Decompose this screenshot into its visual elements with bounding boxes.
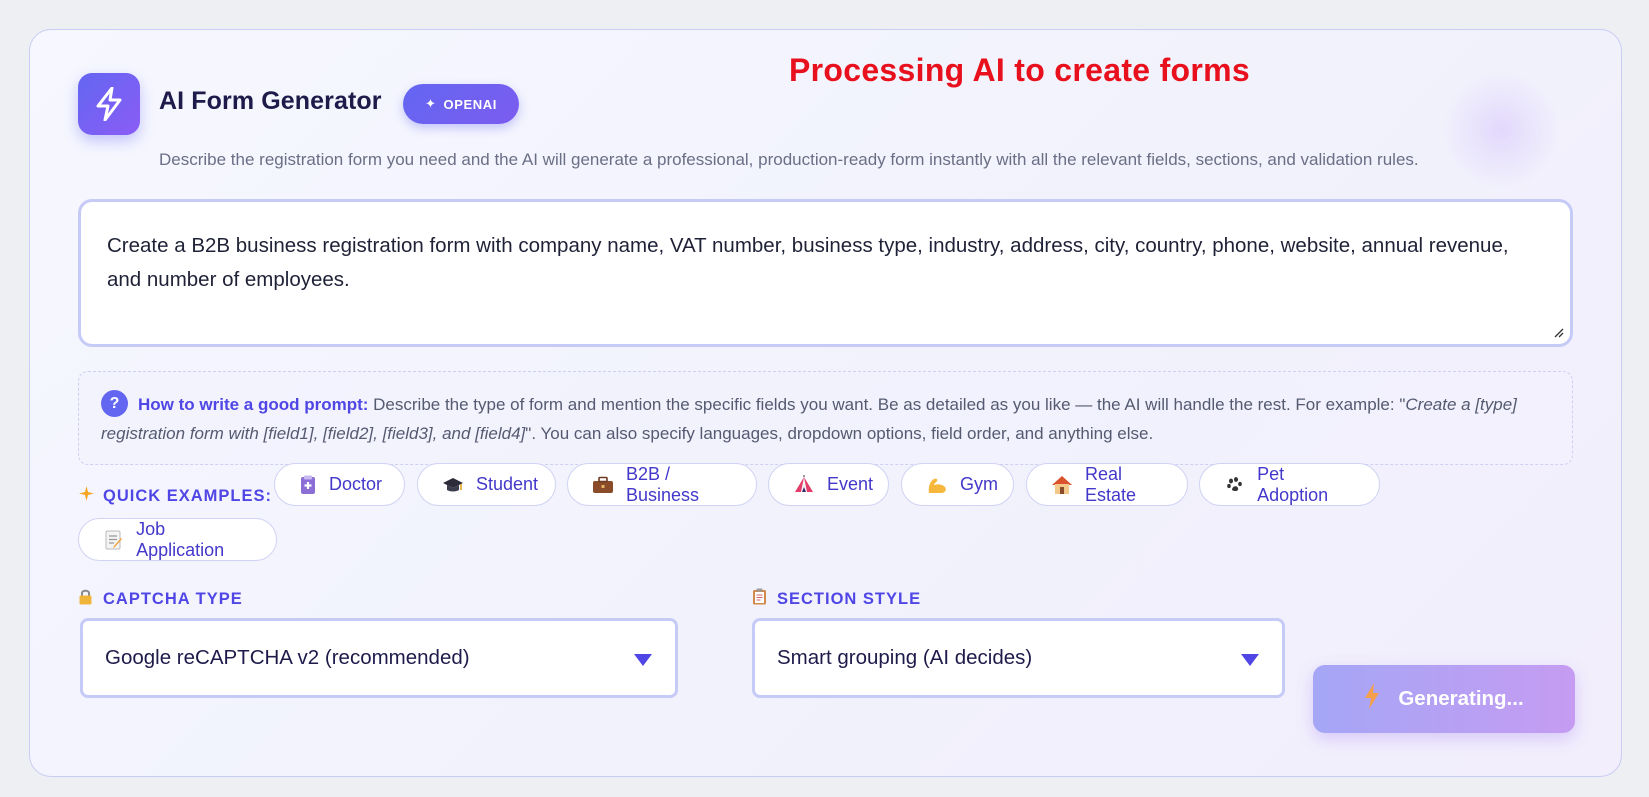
- sparkle-icon: ✦: [425, 96, 437, 111]
- captcha-type-label: CAPTCHA TYPE: [78, 588, 243, 610]
- example-chip-pet-adoption[interactable]: Pet Adoption: [1199, 463, 1380, 506]
- briefcase-icon: [592, 474, 614, 496]
- chip-label: B2B / Business: [626, 463, 700, 505]
- form-generator-card: AI Form Generator ✦ OPENAI Processing AI…: [29, 29, 1622, 777]
- chip-label: Event: [827, 474, 874, 494]
- example-chip-job-application[interactable]: Job Application: [78, 518, 277, 561]
- resize-handle-icon[interactable]: [1552, 326, 1564, 338]
- chip-label: Pet Adoption: [1257, 463, 1329, 505]
- chevron-down-icon: [1241, 654, 1259, 666]
- clipboard-icon: [752, 588, 767, 610]
- section-style-select[interactable]: Smart grouping (AI decides): [752, 618, 1285, 698]
- example-chip-doctor[interactable]: Doctor: [274, 463, 405, 506]
- lightning-icon: [1364, 683, 1380, 715]
- quick-examples-label: QUICK EXAMPLES:: [78, 485, 272, 507]
- example-chip-gym[interactable]: Gym: [901, 463, 1014, 506]
- lightning-bolt-icon: [78, 73, 140, 135]
- chip-label: Gym: [960, 474, 998, 494]
- sparkles-icon: [78, 485, 95, 507]
- lock-icon: [78, 588, 93, 610]
- section-style-label-text: SECTION STYLE: [777, 589, 922, 608]
- chip-label: Real Estate: [1085, 463, 1137, 505]
- chip-label: Student: [476, 474, 539, 494]
- help-text-after: ". You can also specify languages, dropd…: [525, 424, 1154, 444]
- example-chip-event[interactable]: Event: [768, 463, 889, 506]
- prompt-text: Create a B2B business registration form …: [107, 234, 1509, 291]
- chevron-down-icon: [634, 654, 652, 666]
- example-chip-student[interactable]: Student: [417, 463, 556, 506]
- section-style-selected-value: Smart grouping (AI decides): [777, 646, 1033, 669]
- decorative-glow: [1441, 70, 1561, 190]
- help-text-before: Describe the type of form and mention th…: [368, 395, 1406, 414]
- quick-examples-text: QUICK EXAMPLES:: [103, 486, 273, 505]
- page-subtitle: Describe the registration form you need …: [159, 150, 1419, 169]
- openai-badge: ✦ OPENAI: [403, 84, 519, 124]
- help-question-icon: ?: [101, 390, 128, 418]
- captcha-label-text: CAPTCHA TYPE: [103, 589, 243, 608]
- circus-tent-icon: [793, 474, 815, 496]
- paw-prints-icon: [1224, 474, 1245, 496]
- example-chip-real-estate[interactable]: Real Estate: [1026, 463, 1188, 506]
- chip-label: Doctor: [329, 474, 383, 494]
- section-style-label: SECTION STYLE: [752, 588, 921, 610]
- chip-label: Job Application: [136, 518, 225, 560]
- processing-overlay-title: Processing AI to create forms: [789, 52, 1250, 88]
- captcha-type-select[interactable]: Google reCAPTCHA v2 (recommended): [80, 618, 678, 698]
- help-title: How to write a good prompt:: [138, 395, 369, 414]
- generate-button[interactable]: Generating...: [1313, 665, 1575, 733]
- graduation-cap-icon: [442, 474, 464, 496]
- generate-button-label: Generating...: [1398, 687, 1524, 710]
- badge-label: OPENAI: [443, 96, 497, 112]
- house-icon: [1051, 474, 1073, 496]
- clipboard-medical-icon: [299, 474, 317, 496]
- prompt-help-box: ? How to write a good prompt: Describe th…: [78, 371, 1573, 465]
- flexed-biceps-icon: [926, 474, 948, 496]
- memo-icon: [103, 529, 124, 551]
- captcha-selected-value: Google reCAPTCHA v2 (recommended): [105, 646, 470, 669]
- prompt-textarea[interactable]: Create a B2B business registration form …: [78, 199, 1573, 347]
- example-chip-b2b-business[interactable]: B2B / Business: [567, 463, 757, 506]
- app-title: AI Form Generator: [159, 87, 382, 115]
